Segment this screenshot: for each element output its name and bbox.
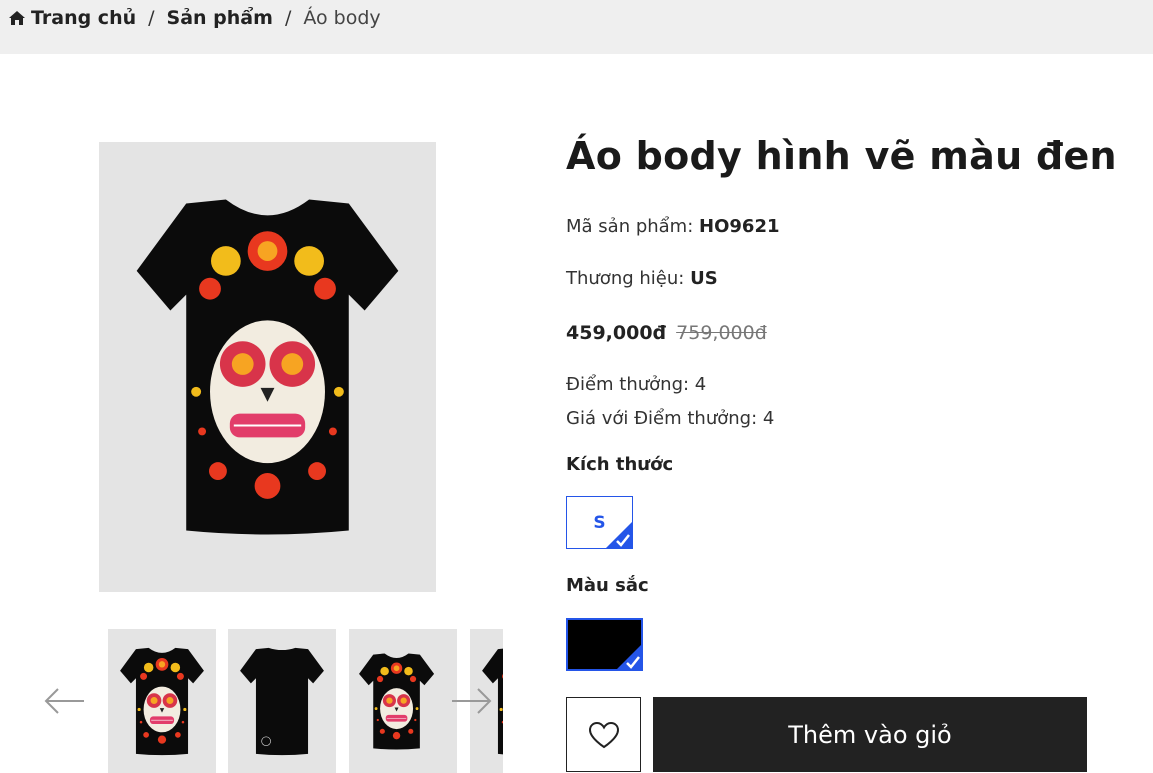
- product-sku: Mã sản phẩm: HO9621: [566, 216, 780, 237]
- breadcrumb-separator: /: [148, 7, 155, 29]
- size-option-label: S: [593, 512, 606, 533]
- thumbnail-front[interactable]: [108, 629, 216, 773]
- breadcrumb-bar: Trang chủ / Sản phẩm / Áo body: [0, 0, 1153, 54]
- size-label: Kích thước: [566, 454, 674, 475]
- brand-value: US: [690, 268, 718, 289]
- color-label: Màu sắc: [566, 575, 649, 596]
- thumbnail-back[interactable]: [228, 629, 336, 773]
- price-old: 759,000đ: [676, 322, 767, 344]
- add-to-cart-button[interactable]: Thêm vào giỏ: [653, 697, 1087, 772]
- price-current: 459,000đ: [566, 322, 667, 344]
- reward-points: Điểm thưởng: 4: [566, 374, 707, 395]
- thumbnail-side[interactable]: [349, 629, 457, 773]
- wishlist-button[interactable]: [566, 697, 641, 772]
- breadcrumb-home-label: Trang chủ: [31, 7, 137, 29]
- size-option-s[interactable]: S: [566, 496, 633, 549]
- breadcrumb: Trang chủ / Sản phẩm / Áo body: [8, 6, 381, 30]
- product-info: Áo body hình vẽ màu đen Mã sản phẩm: HO9…: [566, 128, 1126, 772]
- breadcrumb-separator: /: [284, 7, 292, 29]
- check-icon: [606, 522, 632, 548]
- thumbnails-viewport: [106, 629, 503, 773]
- breadcrumb-category-link[interactable]: Sản phẩm: [167, 6, 273, 30]
- home-icon: [9, 11, 25, 25]
- product-title: Áo body hình vẽ màu đen: [566, 134, 1117, 178]
- thumbnail-gallery: [40, 626, 506, 773]
- thumbnail-image: [108, 629, 216, 773]
- breadcrumb-home-link[interactable]: Trang chủ: [8, 6, 136, 30]
- reward-points-price: Giá với Điểm thưởng: 4: [566, 408, 775, 429]
- breadcrumb-current: Áo body: [303, 7, 381, 29]
- brand-label: Thương hiệu:: [566, 268, 685, 289]
- arrow-right-icon[interactable]: [450, 686, 494, 716]
- sku-value: HO9621: [699, 216, 780, 237]
- product-brand: Thương hiệu: US: [566, 268, 718, 289]
- sku-label: Mã sản phẩm:: [566, 216, 694, 237]
- heart-icon: [588, 721, 619, 748]
- thumbnail-image: [349, 629, 457, 773]
- product-main-image[interactable]: [99, 142, 436, 592]
- arrow-left-icon[interactable]: [42, 686, 86, 716]
- product-shirt-image: [99, 142, 436, 592]
- price-row: 459,000đ 759,000đ: [566, 322, 767, 344]
- color-option-black[interactable]: [566, 618, 643, 671]
- thumbnail-image: [228, 629, 336, 773]
- check-icon: [616, 644, 642, 670]
